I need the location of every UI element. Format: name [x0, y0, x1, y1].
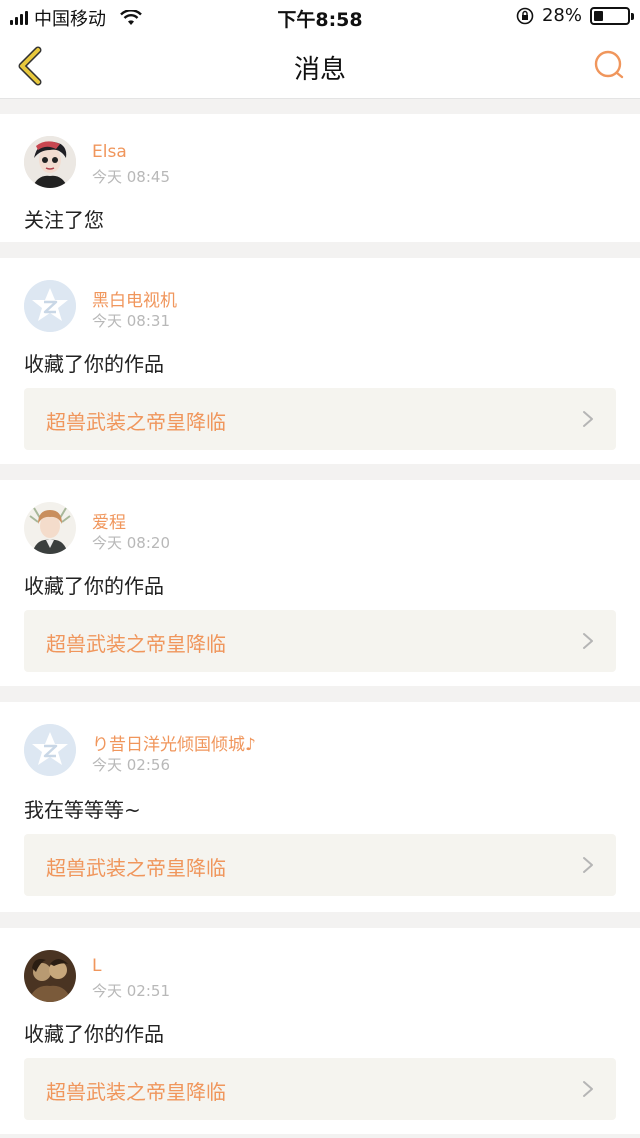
- nav-bar: 消息: [0, 32, 640, 99]
- status-bar: 中国移动 下午8:58 28%: [0, 0, 640, 32]
- work-title: 超兽武装之帝皇降临: [46, 1080, 226, 1104]
- message-text: 收藏了你的作品: [24, 352, 164, 376]
- chevron-right-icon: [583, 857, 593, 873]
- message-text: 关注了您: [24, 208, 104, 232]
- status-right: 28%: [516, 5, 634, 26]
- message-time: 今天 08:45: [92, 168, 170, 186]
- battery-fill: [594, 10, 603, 21]
- user-name[interactable]: Elsa: [92, 142, 127, 162]
- message-time: 今天 02:56: [92, 756, 170, 774]
- user-name[interactable]: 爱程: [92, 508, 126, 533]
- battery-icon: [590, 6, 634, 25]
- message-card: 爱程 今天 08:20 收藏了你的作品 超兽武装之帝皇降临: [0, 480, 640, 686]
- chevron-right-icon: [583, 411, 593, 427]
- search-icon[interactable]: [592, 48, 626, 82]
- work-link[interactable]: 超兽武装之帝皇降临: [24, 834, 616, 896]
- work-link[interactable]: 超兽武装之帝皇降临: [24, 388, 616, 450]
- battery-percent: 28%: [541, 5, 582, 26]
- chevron-right-icon: [583, 1081, 593, 1097]
- user-name[interactable]: り昔日洋光倾国倾城♪: [92, 730, 256, 755]
- rotation-lock-icon: [516, 7, 534, 24]
- message-time: 今天 08:20: [92, 534, 170, 552]
- work-title: 超兽武装之帝皇降临: [46, 410, 226, 434]
- chevron-right-icon: [583, 633, 593, 649]
- work-link[interactable]: 超兽武装之帝皇降临: [24, 1058, 616, 1120]
- message-card: L 今天 02:51 收藏了你的作品 超兽武装之帝皇降临: [0, 928, 640, 1134]
- message-card: 黑白电视机 今天 08:31 收藏了你的作品 超兽武装之帝皇降临: [0, 258, 640, 464]
- user-name[interactable]: 黑白电视机: [92, 286, 177, 311]
- photo-couple-icon[interactable]: [24, 950, 76, 1002]
- default-avatar-icon[interactable]: [24, 280, 76, 332]
- message-time: 今天 08:31: [92, 312, 170, 330]
- default-avatar-icon[interactable]: [24, 724, 76, 776]
- user-name[interactable]: L: [92, 956, 101, 976]
- message-card: Elsa 今天 08:45 关注了您: [0, 114, 640, 242]
- message-time: 今天 02:51: [92, 982, 170, 1000]
- message-feed: Elsa 今天 08:45 关注了您 黑白电视机 今天 08:31 收藏了你的作…: [0, 114, 640, 1138]
- message-text: 收藏了你的作品: [24, 1022, 164, 1046]
- message-card: り昔日洋光倾国倾城♪ 今天 02:56 我在等等等~ 超兽武装之帝皇降临: [0, 702, 640, 912]
- message-text: 收藏了你的作品: [24, 574, 164, 598]
- work-title: 超兽武装之帝皇降临: [46, 632, 226, 656]
- page-title: 消息: [293, 55, 346, 85]
- anime-boy-icon[interactable]: [24, 502, 76, 554]
- photo-woman-icon[interactable]: [24, 136, 76, 188]
- work-link[interactable]: 超兽武装之帝皇降临: [24, 610, 616, 672]
- message-text: 我在等等等~: [24, 798, 141, 822]
- work-title: 超兽武装之帝皇降临: [46, 856, 226, 880]
